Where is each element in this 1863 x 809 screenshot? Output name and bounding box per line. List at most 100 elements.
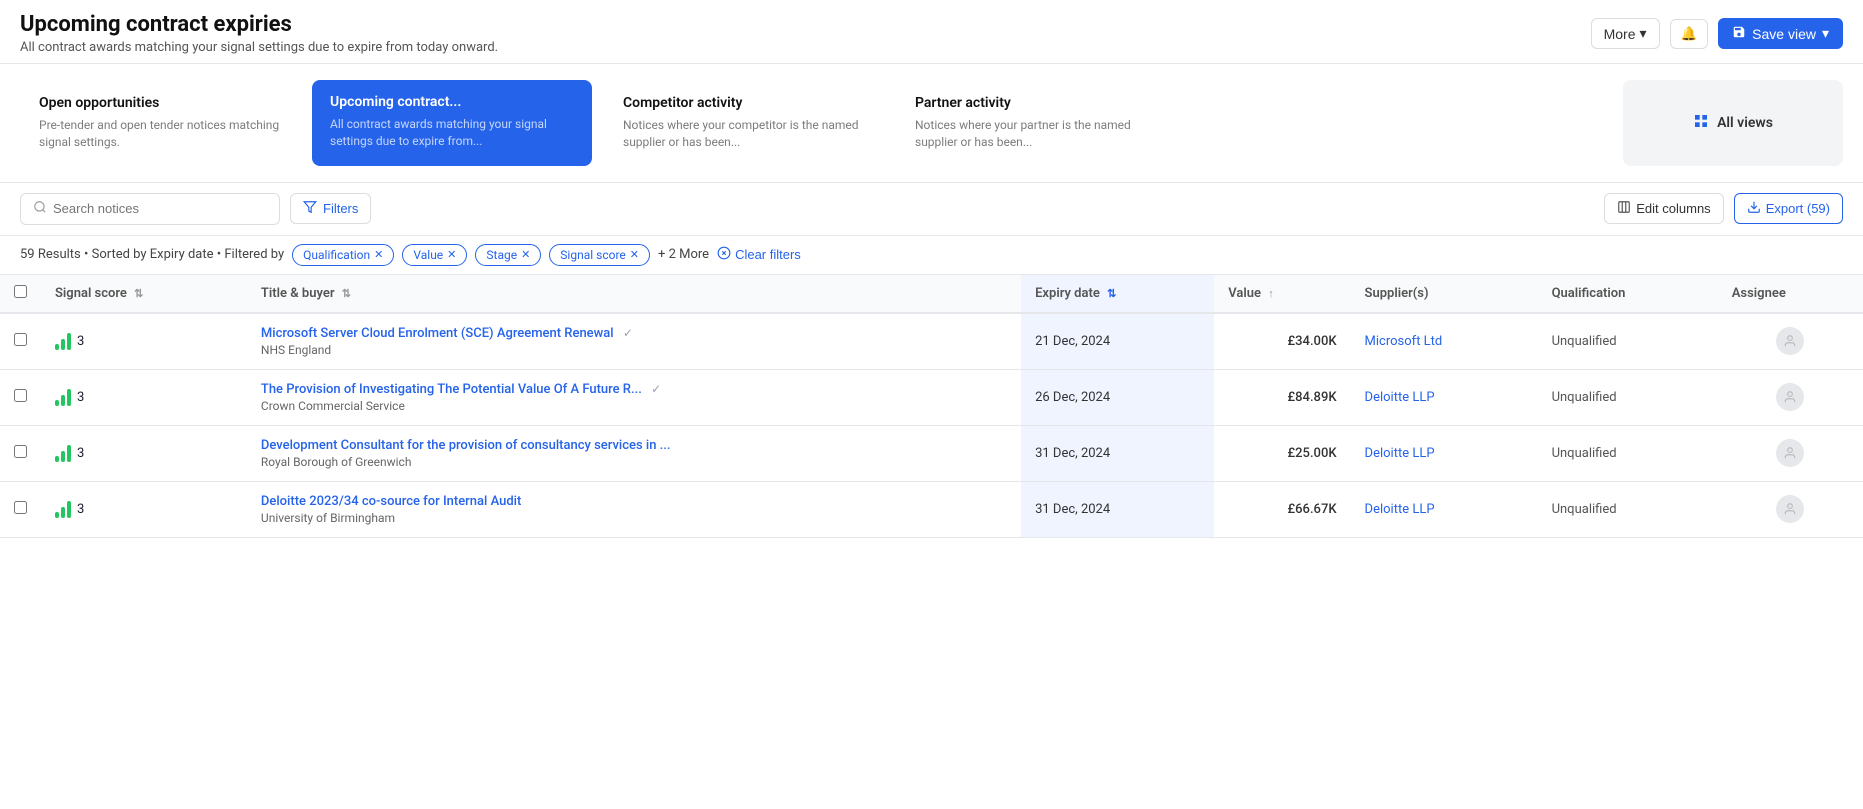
filter-chip-qualification[interactable]: Qualification ✕ (292, 244, 394, 266)
nav-card-desc: Pre-tender and open tender notices match… (39, 117, 281, 151)
remove-filter-icon[interactable]: ✕ (521, 248, 530, 261)
assignee-cell (1718, 369, 1863, 425)
check-icon: ✓ (623, 326, 633, 340)
select-all-checkbox[interactable] (14, 285, 27, 298)
notice-title-link[interactable]: Development Consultant for the provision… (261, 438, 671, 453)
notice-title-link[interactable]: Deloitte 2023/34 co-source for Internal … (261, 494, 521, 509)
qualification-cell: Unqualified (1538, 425, 1718, 481)
row-checkbox-cell (0, 313, 41, 370)
nav-card-open-opportunities[interactable]: Open opportunities Pre-tender and open t… (20, 80, 300, 166)
title-buyer-cell: Deloitte 2023/34 co-source for Internal … (247, 481, 1021, 537)
row-checkbox[interactable] (14, 501, 27, 514)
table-row: 3 Deloitte 2023/34 co-source for Interna… (0, 481, 1863, 537)
chevron-down-icon: ▾ (1640, 25, 1647, 42)
signal-bar-2 (61, 339, 65, 350)
signal-bar-3 (67, 501, 71, 518)
remove-filter-icon[interactable]: ✕ (374, 248, 383, 261)
table-row: 3 Microsoft Server Cloud Enrolment (SCE)… (0, 313, 1863, 370)
signal-score-value: 3 (77, 334, 84, 349)
signal-bar-2 (61, 395, 65, 406)
notifications-button[interactable]: 🔔 (1670, 19, 1709, 49)
col-signal-score[interactable]: Signal score ⇅ (41, 275, 247, 313)
signal-bar-1 (55, 512, 59, 518)
signal-score-value: 3 (77, 446, 84, 461)
buyer-name: Royal Borough of Greenwich (261, 455, 1007, 469)
title-buyer-cell: Development Consultant for the provision… (247, 425, 1021, 481)
supplier-cell[interactable]: Microsoft Ltd (1351, 313, 1538, 370)
value-cell: £25.00K (1214, 425, 1350, 481)
save-icon (1732, 25, 1746, 42)
col-title-buyer[interactable]: Title & buyer ⇅ (247, 275, 1021, 313)
page-header: Upcoming contract expiries All contract … (20, 12, 498, 55)
notice-title-link[interactable]: The Provision of Investigating The Poten… (261, 382, 642, 397)
signal-score-cell: 3 (41, 425, 247, 481)
title-buyer-cell: Microsoft Server Cloud Enrolment (SCE) A… (247, 313, 1021, 370)
signal-score-cell: 3 (41, 369, 247, 425)
results-table: Signal score ⇅ Title & buyer ⇅ Expiry da… (0, 275, 1863, 538)
sort-icon: ⇅ (1107, 287, 1116, 300)
nav-card-upcoming-contract[interactable]: Upcoming contract... All contract awards… (312, 80, 592, 166)
signal-bar-1 (55, 400, 59, 406)
value-cell: £34.00K (1214, 313, 1350, 370)
nav-card-title: Upcoming contract... (330, 94, 574, 110)
remove-filter-icon[interactable]: ✕ (447, 248, 456, 261)
value-cell: £84.89K (1214, 369, 1350, 425)
qualification-cell: Unqualified (1538, 369, 1718, 425)
col-assignee: Assignee (1718, 275, 1863, 313)
col-expiry-date[interactable]: Expiry date ⇅ (1021, 275, 1214, 313)
signal-bar-2 (61, 451, 65, 462)
nav-card-competitor-activity[interactable]: Competitor activity Notices where your c… (604, 80, 884, 166)
nav-card-title: Open opportunities (39, 95, 281, 111)
col-qualification: Qualification (1538, 275, 1718, 313)
sort-icon: ⇅ (134, 287, 143, 300)
row-checkbox[interactable] (14, 389, 27, 402)
notice-title-link[interactable]: Microsoft Server Cloud Enrolment (SCE) A… (261, 326, 614, 341)
page-subtitle: All contract awards matching your signal… (20, 40, 498, 55)
filter-bar: 59 Results • Sorted by Expiry date • Fil… (0, 236, 1863, 275)
edit-columns-button[interactable]: Edit columns (1604, 193, 1723, 224)
search-box (20, 193, 280, 225)
title-buyer-cell: The Provision of Investigating The Poten… (247, 369, 1021, 425)
export-icon (1747, 200, 1761, 217)
expiry-date-cell: 26 Dec, 2024 (1021, 369, 1214, 425)
signal-score-value: 3 (77, 390, 84, 405)
nav-card-desc: Notices where your competitor is the nam… (623, 117, 865, 151)
row-checkbox[interactable] (14, 333, 27, 346)
signal-score-cell: 3 (41, 313, 247, 370)
qualification-cell: Unqualified (1538, 313, 1718, 370)
all-views-card[interactable]: All views (1623, 80, 1843, 166)
signal-bars (55, 388, 71, 406)
qualification-cell: Unqualified (1538, 481, 1718, 537)
all-views-label: All views (1717, 115, 1773, 131)
col-value[interactable]: Value ↑ (1214, 275, 1350, 313)
results-table-container: Signal score ⇅ Title & buyer ⇅ Expiry da… (0, 275, 1863, 538)
filter-chip-stage[interactable]: Stage ✕ (475, 244, 541, 266)
avatar (1776, 495, 1804, 523)
table-row: 3 The Provision of Investigating The Pot… (0, 369, 1863, 425)
save-view-button[interactable]: Save view ▾ (1718, 18, 1843, 49)
filters-button[interactable]: Filters (290, 193, 371, 224)
export-button[interactable]: Export (59) (1734, 193, 1843, 224)
more-button[interactable]: More ▾ (1591, 18, 1660, 49)
clear-filters-button[interactable]: Clear filters (717, 246, 801, 263)
results-count: 59 Results • Sorted by Expiry date • Fil… (20, 247, 284, 262)
avatar (1776, 439, 1804, 467)
filter-chip-value[interactable]: Value ✕ (402, 244, 467, 266)
supplier-cell[interactable]: Deloitte LLP (1351, 425, 1538, 481)
filter-chip-signal-score[interactable]: Signal score ✕ (549, 244, 650, 266)
remove-filter-icon[interactable]: ✕ (630, 248, 639, 261)
expiry-date-cell: 31 Dec, 2024 (1021, 425, 1214, 481)
nav-card-partner-activity[interactable]: Partner activity Notices where your part… (896, 80, 1176, 166)
select-all-header (0, 275, 41, 313)
signal-bar-3 (67, 445, 71, 462)
supplier-cell[interactable]: Deloitte LLP (1351, 369, 1538, 425)
buyer-name: University of Birmingham (261, 511, 1007, 525)
nav-card-title: Competitor activity (623, 95, 865, 111)
signal-bars (55, 332, 71, 350)
nav-cards: Open opportunities Pre-tender and open t… (0, 64, 1863, 183)
expiry-date-cell: 21 Dec, 2024 (1021, 313, 1214, 370)
search-input[interactable] (53, 201, 267, 216)
row-checkbox[interactable] (14, 445, 27, 458)
signal-bar-3 (67, 333, 71, 350)
supplier-cell[interactable]: Deloitte LLP (1351, 481, 1538, 537)
